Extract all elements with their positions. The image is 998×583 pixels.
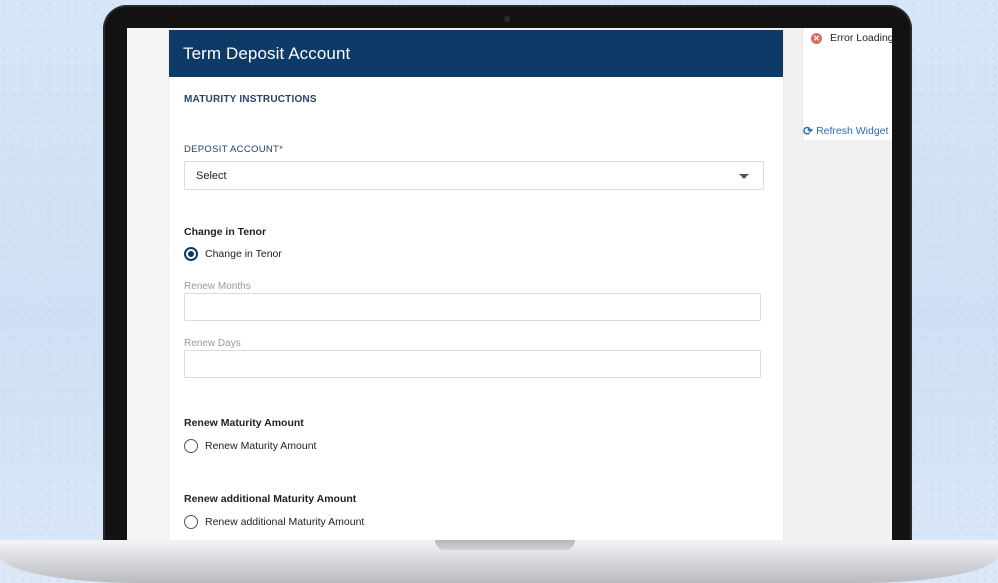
radio-checked-icon[interactable]	[184, 247, 198, 261]
section-title: MATURITY INSTRUCTIONS	[184, 94, 317, 105]
error-message: ✕ Error Loading	[811, 32, 892, 44]
refresh-widget-link[interactable]: ⟳ Refresh Widget	[803, 124, 888, 138]
camera-icon	[504, 16, 510, 22]
card-header: Term Deposit Account	[169, 30, 783, 77]
side-widget: ✕ Error Loading ⟳ Refresh Widget	[802, 28, 892, 140]
term-deposit-card: Term Deposit Account MATURITY INSTRUCTIO…	[169, 30, 783, 540]
error-text: Error Loading	[830, 32, 892, 44]
change-in-tenor-option[interactable]: Change in Tenor	[184, 247, 282, 261]
laptop-screen: Term Deposit Account MATURITY INSTRUCTIO…	[127, 28, 892, 540]
deposit-account-label: DEPOSIT ACCOUNT*	[184, 144, 284, 155]
radio-unchecked-icon[interactable]	[184, 439, 198, 453]
renew-days-input[interactable]	[184, 350, 761, 378]
deposit-account-select[interactable]: Select	[184, 161, 764, 190]
radio-unchecked-icon[interactable]	[184, 515, 198, 529]
laptop-hinge-notch	[435, 540, 575, 550]
renew-maturity-title: Renew Maturity Amount	[184, 417, 304, 429]
error-icon: ✕	[811, 32, 822, 44]
refresh-widget-label: Refresh Widget	[816, 125, 889, 137]
renew-additional-label: Renew additional Maturity Amount	[205, 516, 365, 528]
renew-months-input[interactable]	[184, 293, 761, 321]
renew-maturity-label: Renew Maturity Amount	[205, 440, 317, 452]
renew-additional-option[interactable]: Renew additional Maturity Amount	[184, 515, 364, 529]
change-in-tenor-label: Change in Tenor	[205, 248, 282, 260]
renew-days-label: Renew Days	[184, 338, 241, 349]
renew-maturity-option[interactable]: Renew Maturity Amount	[184, 439, 316, 453]
caret-down-icon	[739, 174, 749, 179]
renew-months-label: Renew Months	[184, 281, 251, 292]
page-title: Term Deposit Account	[183, 43, 351, 63]
renew-additional-title: Renew additional Maturity Amount	[184, 493, 357, 505]
refresh-icon: ⟳	[803, 124, 814, 138]
change-in-tenor-title: Change in Tenor	[184, 226, 267, 238]
deposit-account-value: Select	[196, 169, 227, 182]
left-margin	[127, 28, 169, 540]
